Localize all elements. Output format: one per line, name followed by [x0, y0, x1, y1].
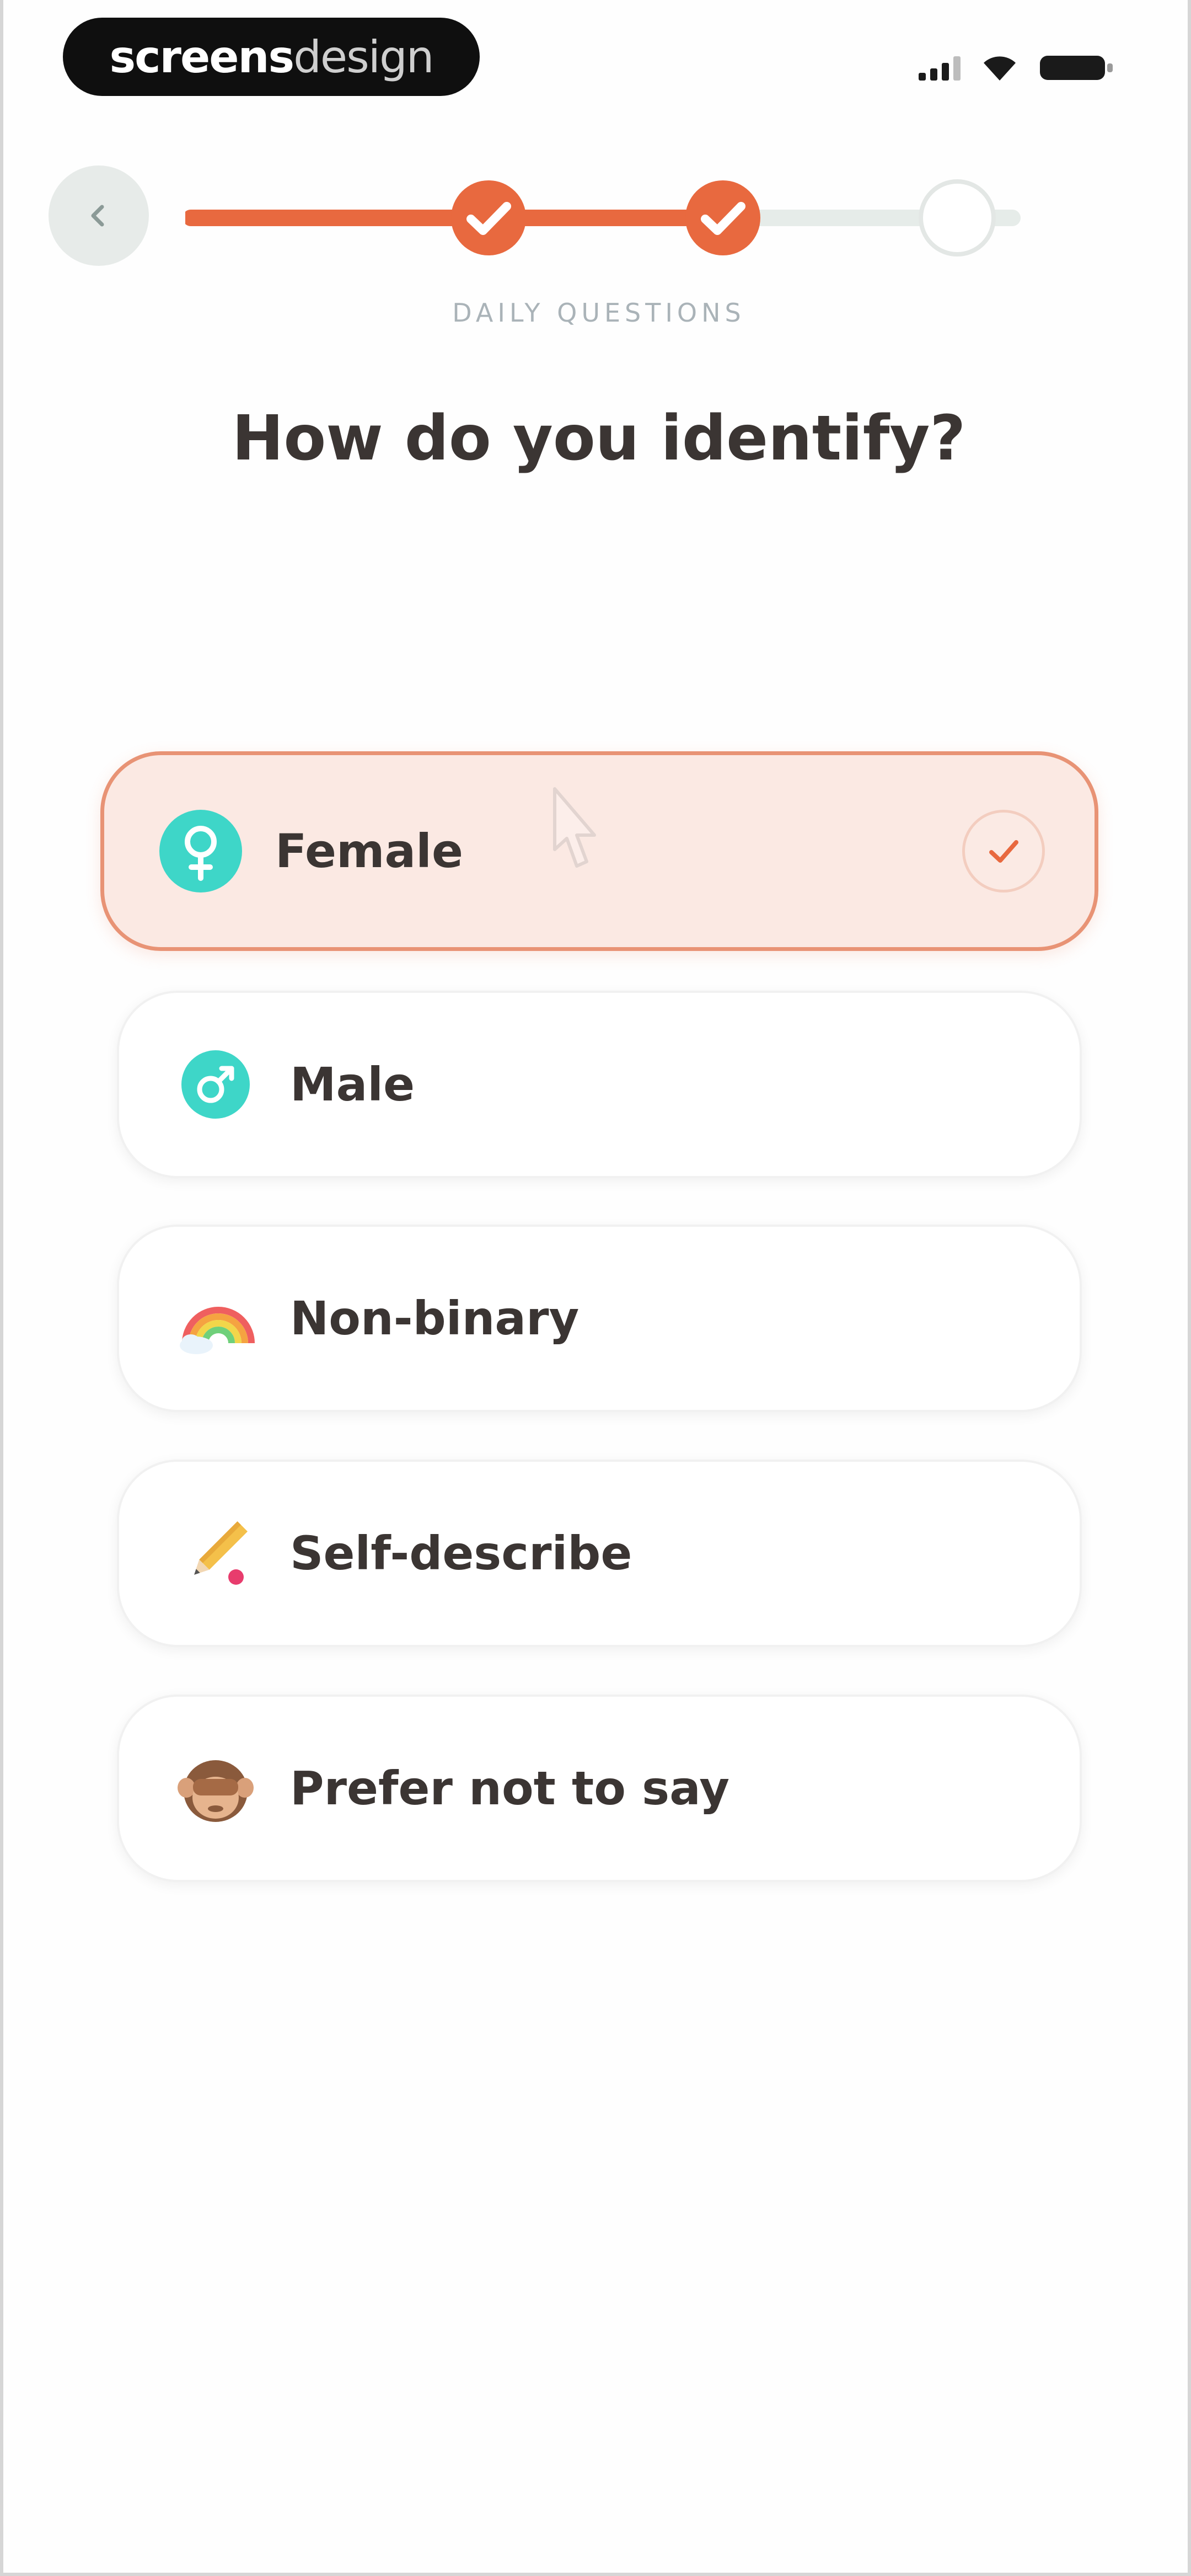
brand-light-text: design	[293, 31, 434, 83]
wifi-icon	[981, 54, 1018, 82]
progress-stepper	[185, 165, 1029, 270]
section-eyebrow: DAILY QUESTIONS	[452, 298, 745, 328]
option-self-describe[interactable]: Self-describe	[117, 1460, 1082, 1647]
option-non-binary[interactable]: Non-binary	[117, 1225, 1082, 1412]
chevron-left-icon	[91, 205, 104, 227]
selected-check	[962, 810, 1045, 892]
option-label: Female	[275, 824, 463, 878]
app-screen: screens design DAILY QUESTIONS How do yo…	[0, 0, 1191, 2576]
pencil-icon	[174, 1512, 257, 1595]
female-symbol-icon	[159, 810, 242, 892]
pointer-cursor-icon	[553, 787, 596, 868]
step-3-pending	[919, 179, 996, 256]
option-label: Prefer not to say	[290, 1761, 730, 1815]
back-button[interactable]	[49, 165, 149, 266]
option-label: Male	[290, 1057, 415, 1111]
check-icon	[989, 840, 1018, 863]
option-male[interactable]: Male	[117, 991, 1082, 1178]
option-prefer-not-to-say[interactable]: Prefer not to say	[117, 1695, 1082, 1882]
option-label: Non-binary	[290, 1291, 580, 1345]
cellular-signal-icon	[919, 55, 961, 81]
option-label: Self-describe	[290, 1526, 632, 1580]
brand-bold-text: screens	[109, 31, 295, 83]
step-2-complete	[685, 180, 760, 255]
step-1-complete	[451, 180, 526, 255]
page-title: How do you identify?	[232, 403, 966, 474]
male-symbol-icon	[174, 1043, 257, 1126]
rainbow-icon	[174, 1277, 257, 1360]
battery-icon	[1039, 52, 1116, 83]
brand-watermark: screens design	[63, 18, 480, 96]
see-no-evil-monkey-icon	[174, 1747, 257, 1830]
status-icons	[919, 49, 1116, 87]
